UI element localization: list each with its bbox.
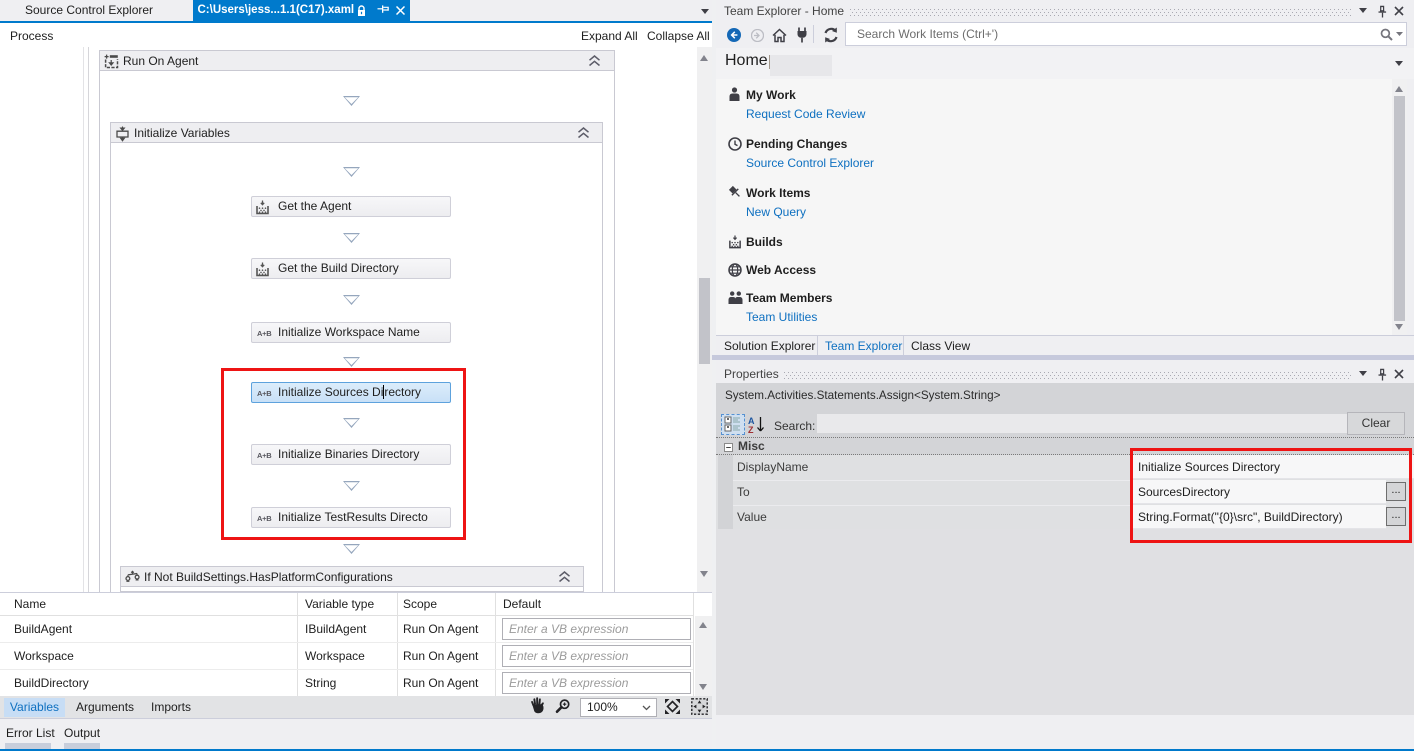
svg-text:Z: Z xyxy=(748,425,754,435)
